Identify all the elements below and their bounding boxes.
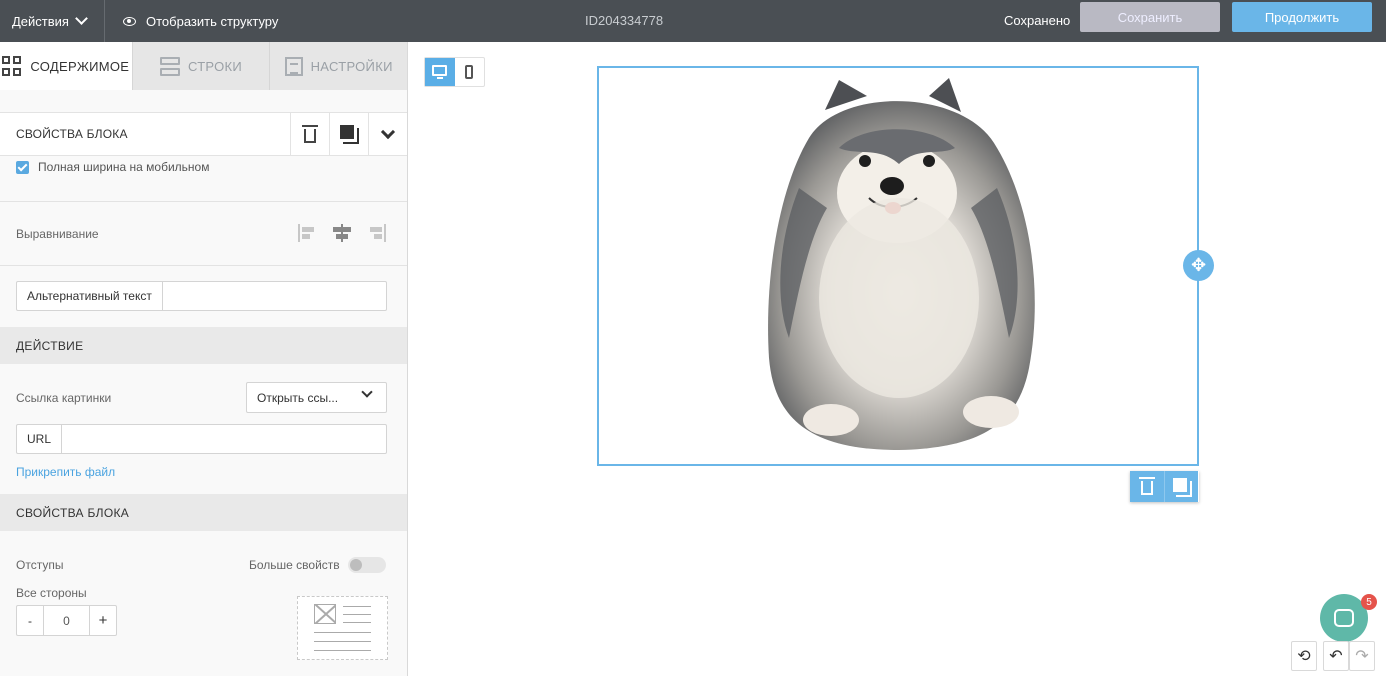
dog-illustration bbox=[768, 78, 1035, 451]
padding-preview-icon bbox=[297, 596, 388, 660]
save-button[interactable]: Сохранить bbox=[1080, 2, 1220, 32]
redo-button[interactable]: ↷ bbox=[1349, 641, 1375, 671]
settings-doc-icon bbox=[284, 56, 303, 76]
block-toolbar bbox=[1130, 471, 1199, 502]
duplicate-icon bbox=[340, 125, 359, 144]
block-props-title: СВОЙСТВА БЛОКА bbox=[16, 505, 130, 520]
block-properties-title: СВОЙСТВА БЛОКА bbox=[16, 127, 128, 141]
block-properties-header: СВОЙСТВА БЛОКА bbox=[0, 112, 407, 156]
block-props-section-header: СВОЙСТВА БЛОКА bbox=[0, 494, 407, 531]
show-structure-label: Отобразить структуру bbox=[146, 13, 279, 29]
padding-increment-button[interactable]: + bbox=[89, 606, 116, 635]
tab-settings-label: НАСТРОЙКИ bbox=[310, 58, 393, 74]
phone-icon bbox=[465, 65, 474, 79]
tab-settings[interactable]: НАСТРОЙКИ bbox=[270, 42, 407, 90]
align-right-icon[interactable] bbox=[368, 224, 386, 242]
device-toggle bbox=[424, 57, 485, 87]
undo-button[interactable]: ↶ bbox=[1323, 641, 1349, 671]
actions-label: Действия bbox=[12, 13, 69, 29]
chevron-down-icon bbox=[380, 124, 396, 139]
padding-decrement-button[interactable]: - bbox=[17, 606, 44, 635]
url-label: URL bbox=[17, 425, 63, 453]
image-link-select[interactable]: Открыть ссы... bbox=[246, 382, 387, 413]
action-section-title: ДЕЙСТВИЕ bbox=[16, 338, 84, 353]
alt-text-field: Альтернативный текст bbox=[16, 281, 387, 311]
action-section-header: ДЕЙСТВИЕ bbox=[0, 327, 407, 364]
alt-text-input[interactable] bbox=[162, 282, 386, 310]
grid-icon bbox=[2, 56, 22, 76]
divider bbox=[0, 265, 407, 266]
image-link-value: Открыть ссы... bbox=[257, 390, 339, 405]
redo-icon: ↷ bbox=[1355, 648, 1369, 665]
history-icon: ⟲ bbox=[1297, 648, 1311, 665]
rows-icon bbox=[159, 56, 180, 76]
full-width-label: Полная ширина на мобильном bbox=[38, 160, 210, 174]
chat-icon bbox=[1334, 609, 1354, 627]
delete-block-button[interactable] bbox=[290, 112, 329, 156]
chat-badge: 5 bbox=[1361, 594, 1377, 610]
canvas-delete-button[interactable] bbox=[1130, 471, 1164, 502]
divider bbox=[0, 201, 407, 202]
more-props-label: Больше свойств bbox=[249, 558, 340, 572]
image-link-label: Ссылка картинки bbox=[16, 391, 112, 405]
canvas-duplicate-button[interactable] bbox=[1164, 471, 1198, 502]
padding-value[interactable]: 0 bbox=[44, 606, 89, 635]
actions-menu[interactable]: Действия bbox=[0, 0, 105, 42]
url-field: URL bbox=[16, 424, 387, 454]
monitor-icon bbox=[432, 65, 448, 79]
panel-tabs: СОДЕРЖИМОЕ СТРОКИ НАСТРОЙКИ bbox=[0, 42, 407, 90]
eye-icon bbox=[123, 16, 136, 26]
mobile-view-button[interactable] bbox=[455, 58, 485, 86]
continue-button[interactable]: Продолжить bbox=[1232, 2, 1372, 32]
trash-icon bbox=[302, 124, 318, 143]
duplicate-icon bbox=[1172, 477, 1192, 497]
move-handle-icon[interactable]: ✥ bbox=[1183, 250, 1214, 281]
all-sides-label: Все стороны bbox=[16, 586, 87, 600]
trash-icon bbox=[1139, 477, 1155, 495]
desktop-view-button[interactable] bbox=[425, 58, 455, 86]
tab-rows[interactable]: СТРОКИ bbox=[133, 42, 271, 90]
align-center-icon[interactable] bbox=[333, 224, 351, 242]
align-left-icon[interactable] bbox=[298, 224, 316, 242]
selected-image-block[interactable] bbox=[597, 66, 1199, 466]
document-id: ID204334778 bbox=[585, 13, 664, 28]
save-status: Сохранено bbox=[1004, 13, 1071, 28]
chevron-down-icon bbox=[361, 386, 373, 398]
alt-text-label: Альтернативный текст bbox=[17, 282, 163, 310]
more-props-toggle[interactable] bbox=[348, 557, 386, 573]
properties-panel: СОДЕРЖИМОЕ СТРОКИ НАСТРОЙКИ СВОЙСТВА БЛО… bbox=[0, 42, 408, 676]
tab-rows-label: СТРОКИ bbox=[187, 58, 243, 74]
alignment-label: Выравнивание bbox=[16, 227, 99, 241]
chevron-down-icon bbox=[75, 12, 88, 25]
full-width-checkbox[interactable] bbox=[16, 160, 29, 174]
tab-content[interactable]: СОДЕРЖИМОЕ bbox=[0, 42, 133, 90]
attach-file-link[interactable]: Прикрепить файл bbox=[16, 465, 115, 479]
history-button[interactable]: ⟲ bbox=[1291, 641, 1317, 671]
duplicate-block-button[interactable] bbox=[329, 112, 368, 156]
padding-label: Отступы bbox=[16, 558, 64, 572]
padding-stepper: - 0 + bbox=[16, 605, 117, 636]
collapse-button[interactable] bbox=[368, 112, 407, 156]
undo-icon: ↶ bbox=[1329, 648, 1343, 665]
show-structure-button[interactable]: Отобразить структуру bbox=[123, 14, 278, 29]
tab-content-label: СОДЕРЖИМОЕ bbox=[30, 58, 130, 74]
url-input[interactable] bbox=[62, 425, 386, 453]
full-width-mobile-row[interactable]: Полная ширина на мобильном bbox=[16, 160, 209, 174]
